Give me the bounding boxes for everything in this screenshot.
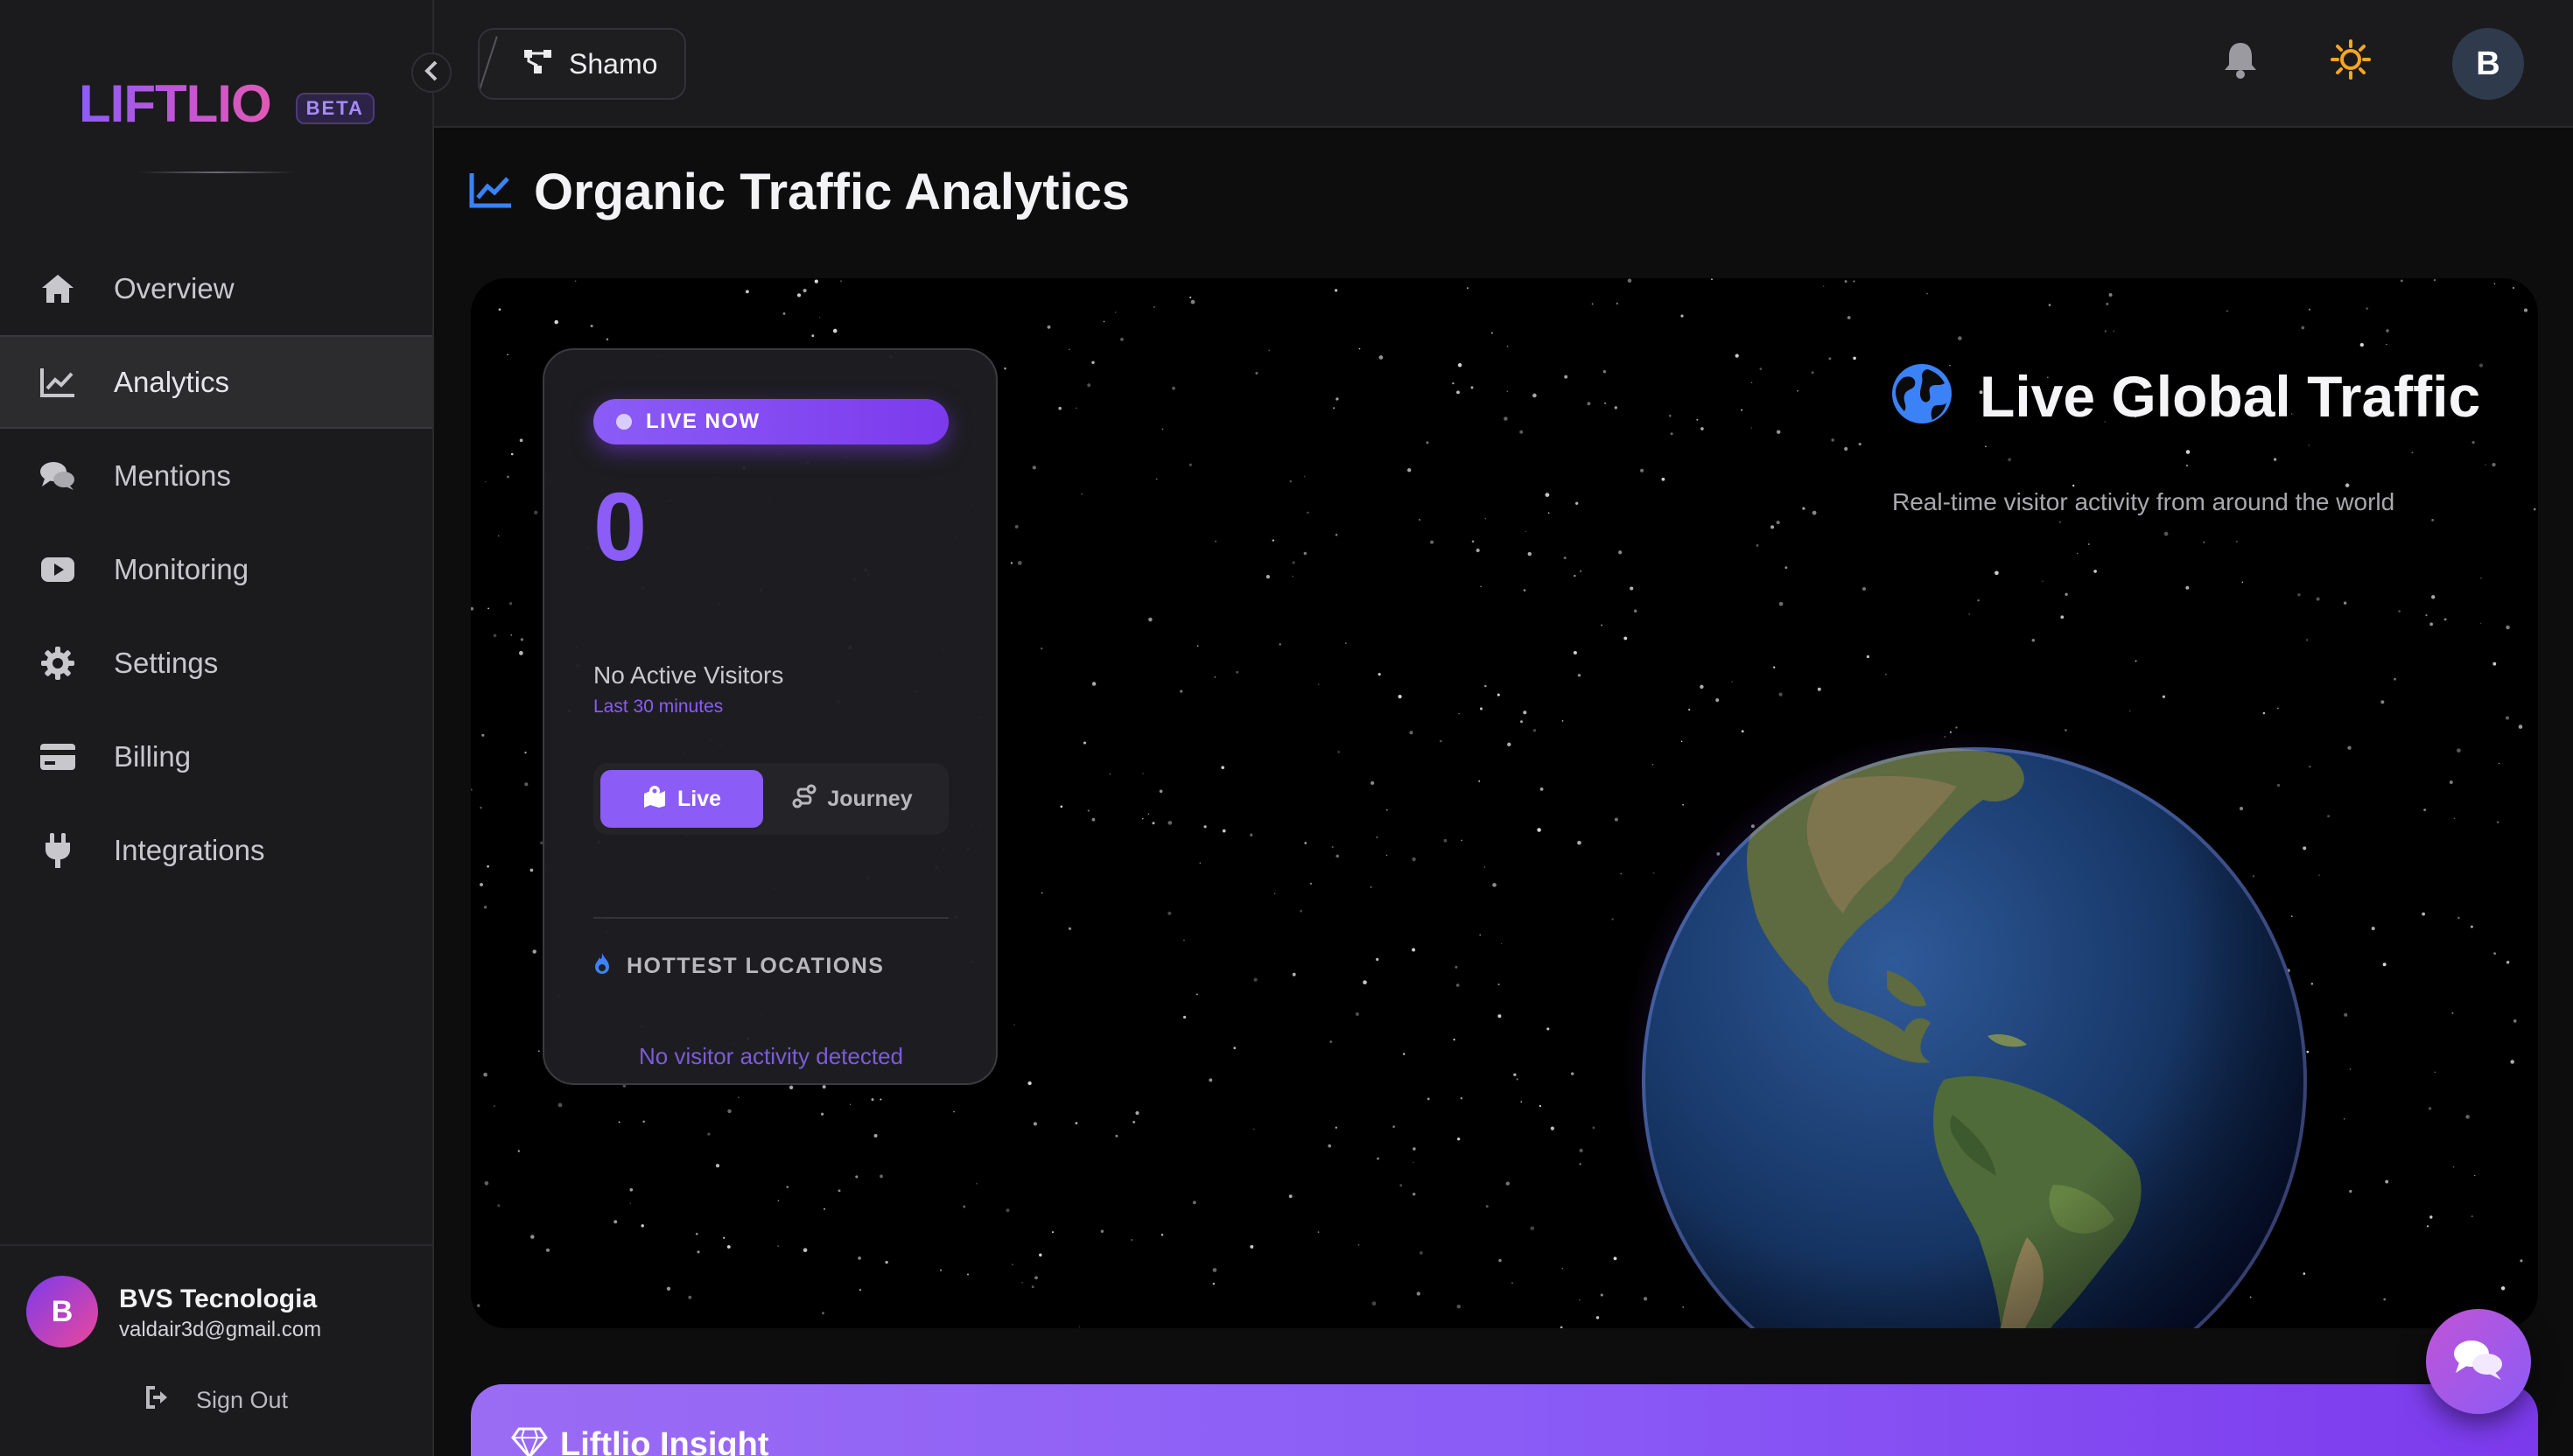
journey-view-button[interactable]: Journey — [763, 770, 942, 828]
globe-icon — [1890, 362, 1953, 430]
theme-toggle-button[interactable] — [2324, 35, 2377, 88]
insight-heading: Liftlio Insight — [511, 1426, 769, 1456]
sidebar-item-mentions[interactable]: Mentions — [0, 429, 432, 522]
globe-title: Live Global Traffic — [1980, 363, 2481, 429]
view-mode-toggle: Live Journey — [593, 763, 949, 835]
sidebar-item-label: Settings — [114, 646, 219, 679]
app-root: LIFTLIO BETA Overview Analytics Mentions… — [0, 0, 2573, 1456]
sidebar-item-monitoring[interactable]: Monitoring — [0, 522, 432, 616]
pill-divider — [480, 36, 498, 95]
project-name: Shamo — [569, 47, 658, 80]
project-tree-icon — [523, 49, 553, 80]
sidebar-item-overview[interactable]: Overview — [0, 242, 432, 335]
globe-heading: Live Global Traffic — [1890, 362, 2480, 430]
live-now-label: LIVE NOW — [646, 410, 761, 433]
account-avatar[interactable]: B — [2452, 28, 2524, 100]
chart-line-icon — [39, 363, 77, 402]
sidebar-item-label: Billing — [114, 739, 192, 773]
logo[interactable]: LIFTLIO BETA — [79, 74, 375, 134]
sidebar-item-label: Overview — [114, 271, 235, 304]
notifications-button[interactable] — [2214, 35, 2267, 88]
sidebar-item-settings[interactable]: Settings — [0, 616, 432, 710]
youtube-icon — [39, 550, 77, 589]
time-window-label: Last 30 minutes — [593, 696, 724, 717]
sidebar-item-label: Mentions — [114, 458, 231, 492]
sidebar-item-analytics[interactable]: Analytics — [0, 335, 432, 429]
gem-icon — [511, 1427, 548, 1456]
project-selector[interactable]: Shamo — [478, 28, 686, 100]
beta-badge: BETA — [295, 92, 375, 124]
user-name: BVS Tecnologia — [119, 1284, 318, 1313]
sun-icon — [2331, 38, 2371, 84]
avatar[interactable]: B — [26, 1276, 98, 1348]
sidebar-item-integrations[interactable]: Integrations — [0, 803, 432, 897]
chat-icon — [2452, 1338, 2505, 1386]
sign-out-label: Sign Out — [196, 1387, 289, 1413]
globe-visualization[interactable] — [1642, 747, 2307, 1328]
logo-divider — [138, 172, 296, 173]
active-visitor-count: 0 — [593, 473, 648, 581]
live-indicator-dot — [616, 414, 632, 430]
sidebar-item-label: Integrations — [114, 833, 265, 866]
hottest-locations-heading: HOTTEST LOCATIONS — [593, 952, 884, 981]
live-visitors-card: LIVE NOW 0 No Active Visitors Last 30 mi… — [543, 348, 998, 1085]
chart-line-icon — [469, 172, 513, 213]
map-pin-icon — [642, 785, 667, 814]
live-now-badge: LIVE NOW — [593, 399, 949, 444]
user-email: valdair3d@gmail.com — [119, 1318, 322, 1341]
bell-icon — [2223, 40, 2258, 83]
sidebar-item-label: Analytics — [114, 365, 230, 398]
gear-icon — [39, 644, 77, 682]
chevron-left-icon — [424, 60, 439, 87]
globe-subtitle: Real-time visitor activity from around t… — [1892, 488, 2395, 515]
route-icon — [792, 784, 817, 815]
live-view-label: Live — [677, 786, 722, 811]
credit-card-icon — [39, 738, 77, 776]
chat-button[interactable] — [2426, 1309, 2531, 1414]
collapse-sidebar-button[interactable] — [411, 52, 452, 93]
home-icon — [39, 270, 77, 308]
hottest-locations-title: HOTTEST LOCATIONS — [627, 954, 885, 978]
top-bar: Shamo B — [434, 0, 2573, 128]
live-traffic-panel: LIVE NOW 0 No Active Visitors Last 30 mi… — [471, 278, 2538, 1328]
logo-text: LIFTLIO — [79, 74, 272, 133]
sidebar-nav: Overview Analytics Mentions Monitoring S… — [0, 242, 432, 897]
page-header: Organic Traffic Analytics — [469, 163, 1130, 221]
sign-out-icon — [145, 1386, 170, 1415]
journey-view-label: Journey — [827, 786, 913, 811]
user-panel: B BVS Tecnologia valdair3d@gmail.com Sig… — [0, 1244, 432, 1456]
sidebar-item-label: Monitoring — [114, 552, 249, 585]
liftlio-insight-card: Liftlio Insight — [471, 1384, 2538, 1456]
page-title: Organic Traffic Analytics — [534, 164, 1131, 220]
sign-out-button[interactable]: Sign Out — [145, 1386, 288, 1415]
insight-title: Liftlio Insight — [560, 1426, 769, 1456]
live-view-button[interactable]: Live — [600, 770, 763, 828]
plug-icon — [39, 831, 77, 870]
comments-icon — [39, 457, 77, 495]
sidebar-item-billing[interactable]: Billing — [0, 710, 432, 803]
card-divider — [593, 917, 949, 919]
hottest-locations-empty: No visitor activity detected — [638, 1043, 903, 1069]
active-visitor-label: No Active Visitors — [593, 662, 784, 689]
sidebar: LIFTLIO BETA Overview Analytics Mentions… — [0, 0, 434, 1456]
fire-icon — [593, 952, 611, 981]
